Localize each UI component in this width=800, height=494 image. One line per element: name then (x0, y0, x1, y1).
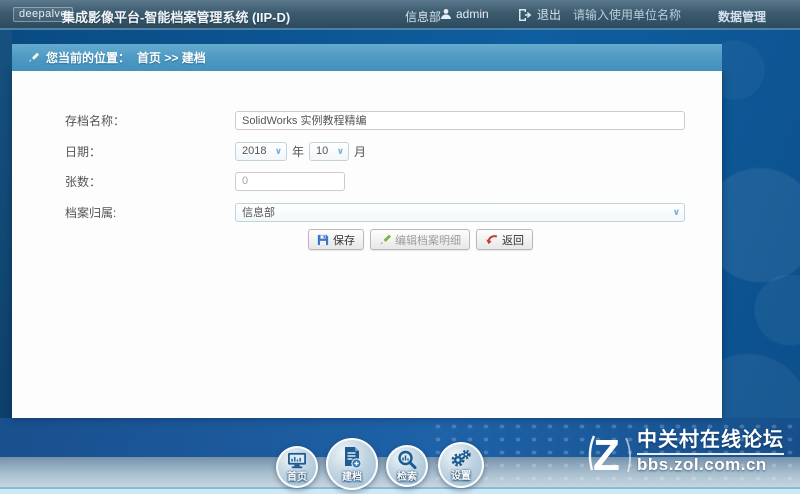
zol-logo-icon: Z (584, 428, 634, 478)
edit-pencil-icon (379, 234, 391, 246)
logout-label: 退出 (537, 8, 562, 22)
back-button-label: 返回 (502, 234, 524, 247)
chevron-down-icon (337, 147, 344, 156)
month-select[interactable]: 10 (309, 141, 350, 161)
edit-detail-button[interactable]: 编辑档案明细 (370, 229, 470, 250)
unit-search-input[interactable] (573, 5, 701, 25)
watermark-site-name: 中关村在线论坛 (637, 430, 784, 455)
department-label: 信息部 (405, 10, 442, 24)
username-label: admin (456, 7, 489, 21)
sheet-count-label: 张数： (65, 174, 102, 189)
archive-owner-value: 信息部 (242, 207, 275, 219)
chevron-down-icon (673, 208, 680, 217)
logout-button[interactable]: 退出 (517, 6, 561, 23)
nav-create-archive-button[interactable]: 建档 (326, 438, 378, 490)
data-management-link[interactable]: 数据管理 (718, 8, 766, 25)
gears-icon (450, 449, 472, 469)
year-unit-label: 年 (292, 144, 305, 159)
nav-create-archive-label: 建档 (342, 471, 362, 483)
breadcrumb-prefix: 您当前的位置： (46, 51, 131, 65)
nav-search-label: 检索 (397, 471, 417, 483)
current-user: admin (440, 7, 489, 21)
back-arrow-icon (485, 234, 498, 246)
app-title: 集成影像平台-智能档案管理系统 (IIP-D) (62, 10, 291, 25)
user-icon (440, 8, 452, 20)
document-add-icon (341, 446, 363, 470)
archive-name-input[interactable] (235, 110, 685, 130)
nav-home-button[interactable]: 首页 (276, 446, 318, 488)
nav-settings-label: 设置 (451, 470, 471, 482)
sheet-count-row: 张数： (12, 170, 722, 192)
year-select[interactable]: 2018 (235, 141, 287, 161)
date-label: 日期： (65, 144, 102, 159)
year-value: 2018 (242, 145, 267, 157)
save-button[interactable]: 保存 (308, 229, 364, 250)
archive-owner-select[interactable]: 信息部 (235, 202, 685, 222)
watermark-site-url: bbs.zol.com.cn (637, 455, 767, 474)
search-chart-icon (397, 450, 417, 470)
pencil-icon (28, 52, 39, 63)
breadcrumb-path: 首页 >> 建档 (137, 51, 206, 65)
zol-logo-letter: Z (593, 431, 620, 478)
nav-home-label: 首页 (287, 471, 307, 483)
form-buttons: 保存 编辑档案明细 返回 (308, 229, 533, 250)
breadcrumb: 您当前的位置： 首页 >> 建档 (12, 44, 722, 71)
save-floppy-icon (317, 234, 329, 246)
topbar: deepalve 集成影像平台-智能档案管理系统 (IIP-D) 信息部 adm… (0, 0, 800, 30)
save-button-label: 保存 (333, 234, 355, 247)
archive-name-row: 存档名称： (12, 109, 722, 131)
archive-owner-row: 档案归属: 信息部 (12, 201, 722, 223)
nav-search-button[interactable]: 检索 (386, 445, 428, 487)
footer-nav: 首页 建档 检索 设置 (276, 438, 496, 494)
month-value: 10 (316, 145, 329, 157)
month-unit-label: 月 (354, 144, 367, 159)
archive-name-label: 存档名称： (65, 113, 126, 128)
back-button[interactable]: 返回 (476, 229, 533, 250)
sheet-count-input[interactable] (235, 171, 345, 191)
create-archive-form-panel: 存档名称： 日期： 2018 年 10 月 张数： 档案归属: (12, 71, 722, 418)
chevron-down-icon (275, 147, 282, 156)
edit-detail-button-label: 编辑档案明细 (395, 234, 461, 247)
logout-icon (517, 8, 532, 22)
nav-settings-button[interactable]: 设置 (438, 442, 484, 488)
archive-owner-label: 档案归属: (65, 205, 117, 220)
left-edge-strip (0, 30, 12, 418)
date-row: 日期： 2018 年 10 月 (12, 140, 722, 162)
zol-watermark: Z 中关村在线论坛 bbs.zol.com.cn (584, 428, 784, 478)
